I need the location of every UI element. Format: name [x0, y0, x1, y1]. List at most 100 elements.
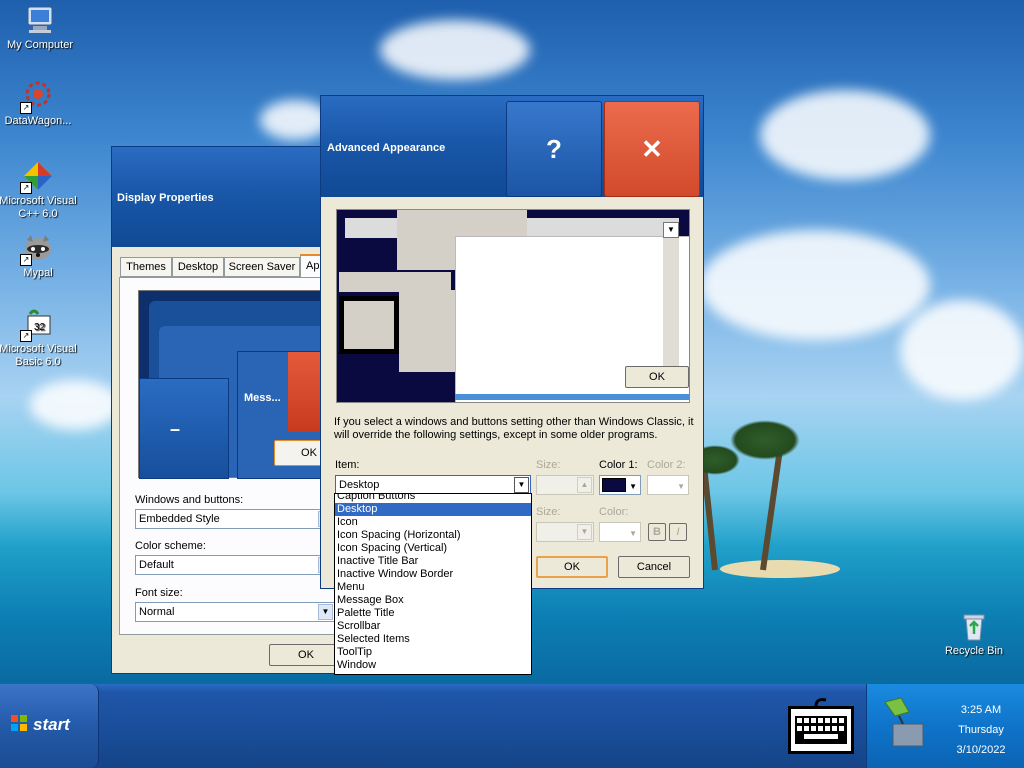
desktop-icon-datawagon[interactable]: ↗ DataWagon...: [0, 80, 78, 128]
clock-date: 3/10/2022: [956, 744, 1006, 756]
start-label: start: [33, 715, 70, 734]
font-size-select[interactable]: ▼: [536, 522, 594, 542]
item-select[interactable]: Desktop ▼: [335, 475, 531, 495]
desktop-icon-label: Recycle Bin: [944, 645, 1004, 657]
shortcut-arrow-icon: ↗: [20, 254, 32, 266]
tab-label: Desktop: [177, 261, 219, 273]
dropdown-option[interactable]: Icon: [335, 516, 531, 529]
tab-label: Themes: [126, 261, 166, 273]
override-notice: If you select a windows and buttons sett…: [334, 416, 694, 441]
item-dropdown-list[interactable]: Caption Buttons Desktop Icon Icon Spacing (…: [334, 493, 532, 675]
visual-basic-icon: 32 ↗: [20, 308, 54, 342]
chevron-down-icon: ▼: [629, 482, 637, 491]
desktop-icon-mypal[interactable]: ↗ Mypal: [0, 232, 78, 280]
preview-minimize-button: –: [139, 378, 229, 479]
color1-swatch: [602, 478, 626, 492]
color2-picker[interactable]: ▼: [647, 475, 689, 495]
item-label: Item:: [335, 459, 360, 471]
dropdown-option[interactable]: Window: [335, 659, 531, 672]
color-scheme-select[interactable]: Default ▼: [135, 555, 335, 575]
preview-ok-label: OK: [301, 447, 317, 459]
ok-button[interactable]: OK: [536, 556, 608, 578]
spinner-icon: ▲: [577, 477, 592, 493]
windows-buttons-select[interactable]: Embedded Style ▼: [135, 509, 335, 529]
datawagon-icon: ↗: [20, 80, 54, 114]
tab-desktop[interactable]: Desktop: [172, 257, 224, 277]
desktop-icon-visual-cpp[interactable]: ↗ Microsoft Visual C++ 6.0: [0, 160, 78, 221]
color-scheme-value: Default: [139, 559, 174, 571]
mypal-raccoon-icon: ↗: [20, 232, 54, 266]
svg-text:32: 32: [34, 322, 46, 333]
dropdown-option[interactable]: Icon Spacing (Vertical): [335, 542, 531, 555]
desktop-icon-label: DataWagon...: [4, 115, 72, 127]
cloud: [900, 300, 1024, 400]
advanced-preview: OK ▼: [336, 209, 690, 403]
island: [720, 560, 840, 578]
minimize-icon: –: [170, 419, 181, 439]
dropdown-option[interactable]: Message Box: [335, 594, 531, 607]
appearance-preview: – Mess... OK: [138, 290, 344, 479]
network-icon[interactable]: [879, 694, 929, 754]
dropdown-option[interactable]: Menu: [335, 581, 531, 594]
desktop-icon-my-computer[interactable]: My Computer: [0, 4, 80, 52]
cloud: [30, 380, 120, 430]
ok-button[interactable]: OK: [269, 644, 343, 666]
dropdown-option[interactable]: Inactive Window Border: [335, 568, 531, 581]
desktop-icon-label: Microsoft Visual Basic 6.0: [0, 343, 77, 368]
cloud: [380, 20, 530, 80]
chevron-down-icon: ▼: [677, 482, 685, 491]
clock-time: 3:25 AM: [960, 704, 1002, 716]
desktop-icon-visual-basic[interactable]: 32 ↗ Microsoft Visual Basic 6.0: [0, 308, 78, 369]
cancel-button[interactable]: Cancel: [618, 556, 690, 578]
item-value: Desktop: [339, 479, 380, 491]
tab-panel: – Mess... OK Windows and buttons: Embedd…: [119, 277, 345, 635]
desktop-icon-recycle-bin[interactable]: Recycle Bin: [934, 610, 1014, 658]
tab-screen-saver[interactable]: Screen Saver: [224, 257, 300, 277]
italic-toggle[interactable]: I: [669, 523, 687, 541]
preview-ok-button: OK: [625, 366, 689, 388]
color2-label: Color 2:: [647, 459, 686, 471]
tab-label: Ap: [306, 260, 320, 272]
preview-ok-label: OK: [649, 371, 665, 383]
chevron-down-icon: ▼: [514, 477, 529, 493]
chevron-down-icon: ▼: [577, 524, 592, 540]
tab-themes[interactable]: Themes: [120, 257, 172, 277]
my-computer-icon: [24, 4, 56, 36]
font-color-picker[interactable]: ▼: [599, 522, 641, 542]
shortcut-arrow-icon: ↗: [20, 102, 32, 114]
color1-label: Color 1:: [599, 459, 638, 471]
cloud: [700, 230, 930, 340]
windows-buttons-value: Embedded Style: [139, 513, 220, 525]
dropdown-option[interactable]: Icon Spacing (Horizontal): [335, 529, 531, 542]
palm-leaves: [730, 420, 800, 460]
start-button[interactable]: start: [0, 684, 99, 768]
keyboard-icon[interactable]: [786, 696, 856, 756]
chevron-down-icon: ▼: [318, 604, 333, 620]
dropdown-option[interactable]: Caption Buttons: [335, 494, 531, 503]
color1-picker[interactable]: ▼: [599, 475, 641, 495]
chevron-down-icon: ▼: [629, 529, 637, 538]
dropdown-option[interactable]: Scrollbar: [335, 620, 531, 633]
help-icon: ?: [546, 134, 562, 164]
windows-buttons-label: Windows and buttons:: [135, 494, 244, 506]
dropdown-option[interactable]: ToolTip: [335, 646, 531, 659]
bold-toggle[interactable]: B: [648, 523, 666, 541]
preview-message-title: Mess...: [244, 392, 281, 404]
font-size-select[interactable]: Normal ▼: [135, 602, 335, 622]
size-label: Size:: [536, 459, 561, 471]
chevron-down-icon: ▼: [663, 222, 679, 238]
close-button[interactable]: ✕: [604, 101, 700, 197]
dropdown-option[interactable]: Palette Title: [335, 607, 531, 620]
dropdown-option[interactable]: Selected Items: [335, 633, 531, 646]
palm-tree: [760, 450, 783, 571]
clock[interactable]: 3:25 AM Thursday 3/10/2022: [937, 700, 1024, 760]
shortcut-arrow-icon: ↗: [20, 182, 32, 194]
dropdown-option[interactable]: Inactive Title Bar: [335, 555, 531, 568]
visual-cpp-icon: ↗: [20, 160, 54, 194]
dropdown-option[interactable]: Desktop: [335, 503, 531, 516]
title-bar[interactable]: Advanced Appearance ? ✕: [321, 96, 703, 197]
title-bar[interactable]: Display Properties: [112, 147, 342, 247]
display-properties-window[interactable]: Display Properties Themes Desktop Screen…: [111, 146, 347, 674]
help-button[interactable]: ?: [506, 101, 602, 197]
item-size-spinner[interactable]: ▲: [536, 475, 594, 495]
